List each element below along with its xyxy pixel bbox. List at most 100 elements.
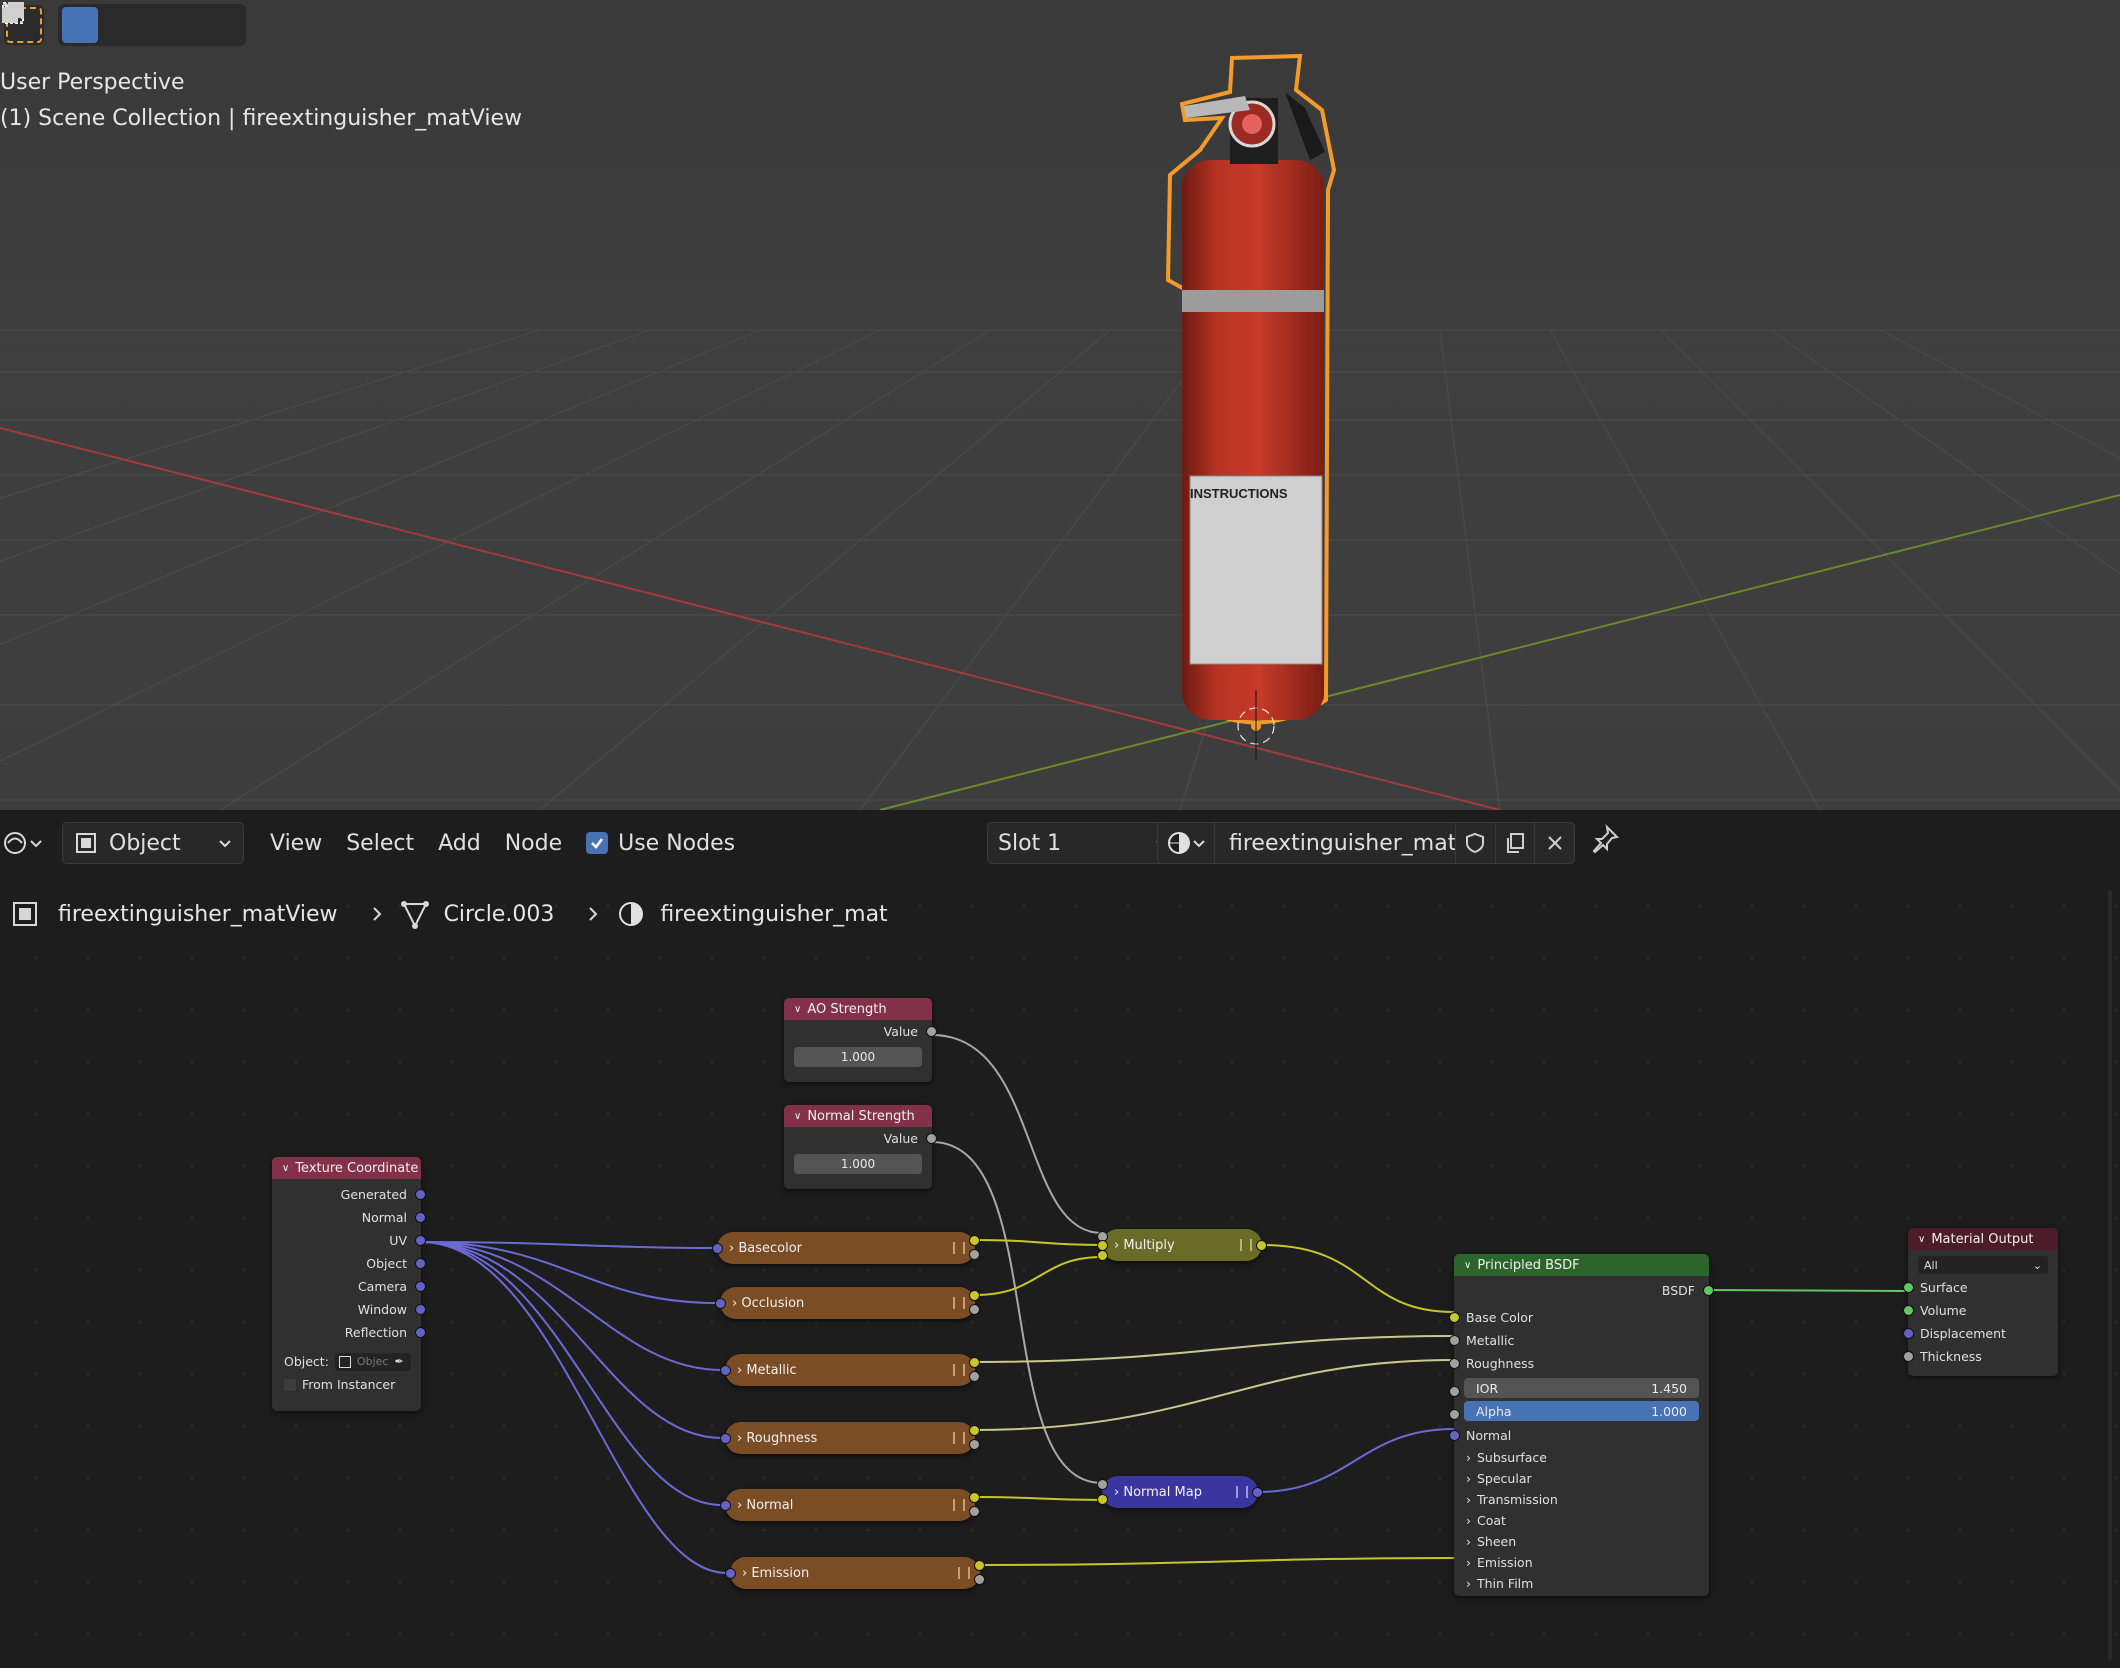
texture-coordinate-node[interactable]: ∨ Texture Coordinate Generated Normal UV… xyxy=(272,1157,426,1411)
select-intersect-button[interactable] xyxy=(3,3,242,43)
material-name-field[interactable]: fireextinguisher_mat xyxy=(1215,831,1456,856)
input-socket[interactable] xyxy=(1097,1479,1108,1490)
emission-group-node[interactable]: › Emission xyxy=(725,1557,985,1589)
drag-handle-icon[interactable] xyxy=(953,1432,965,1444)
panel-emission[interactable]: › Emission xyxy=(1454,1552,1709,1573)
output-socket[interactable] xyxy=(969,1235,980,1246)
input-socket[interactable] xyxy=(1097,1250,1108,1261)
output-socket[interactable] xyxy=(969,1357,980,1368)
output-socket[interactable] xyxy=(415,1189,426,1200)
output-socket[interactable] xyxy=(415,1304,426,1315)
output-socket[interactable] xyxy=(415,1281,426,1292)
from-instancer-checkbox[interactable] xyxy=(284,1378,296,1391)
drag-handle-icon[interactable] xyxy=(953,1297,965,1309)
select-box-mode-button[interactable] xyxy=(2,2,98,43)
input-socket[interactable] xyxy=(1449,1312,1460,1323)
output-socket[interactable] xyxy=(969,1371,980,1382)
metallic-group-node[interactable]: › Metallic xyxy=(720,1354,980,1386)
node-header[interactable]: ∨ AO Strength xyxy=(784,998,932,1020)
normal-map-node[interactable]: › Normal Map xyxy=(1097,1476,1263,1508)
select-extend-button[interactable] xyxy=(3,3,134,43)
output-socket[interactable] xyxy=(415,1212,426,1223)
input-socket[interactable] xyxy=(1449,1386,1460,1397)
node-header[interactable]: ∨ Texture Coordinate xyxy=(272,1157,421,1179)
input-socket[interactable] xyxy=(712,1243,723,1254)
node-header[interactable]: ∨ Normal Strength xyxy=(784,1105,932,1127)
output-socket[interactable] xyxy=(969,1290,980,1301)
input-socket[interactable] xyxy=(720,1365,731,1376)
panel-sheen[interactable]: › Sheen xyxy=(1454,1531,1709,1552)
input-socket[interactable] xyxy=(715,1298,726,1309)
drag-handle-icon[interactable] xyxy=(1236,1486,1248,1498)
output-socket[interactable] xyxy=(415,1235,426,1246)
input-socket[interactable] xyxy=(1903,1328,1914,1339)
3d-viewport[interactable]: INSTRUCTIONS User Perspective (1) Scene … xyxy=(0,0,2120,810)
output-socket[interactable] xyxy=(974,1560,985,1571)
node-header[interactable]: ∨ Principled BSDF xyxy=(1454,1254,1709,1276)
input-socket[interactable] xyxy=(1903,1305,1914,1316)
slot-dropdown[interactable]: Slot 1 xyxy=(987,822,1181,864)
panel-thin-film[interactable]: › Thin Film xyxy=(1454,1573,1709,1594)
value-field[interactable]: 1.000 xyxy=(794,1047,922,1067)
output-socket[interactable] xyxy=(926,1026,937,1037)
ao-strength-node[interactable]: ∨ AO Strength Value 1.000 xyxy=(784,998,937,1082)
drag-handle-icon[interactable] xyxy=(953,1499,965,1511)
panel-transmission[interactable]: › Transmission xyxy=(1454,1489,1709,1510)
select-subtract-button[interactable] xyxy=(2,3,170,43)
from-instancer-row[interactable]: From Instancer xyxy=(272,1373,421,1396)
output-socket[interactable] xyxy=(969,1425,980,1436)
input-socket[interactable] xyxy=(1449,1430,1460,1441)
duplicate-material-button[interactable] xyxy=(1494,823,1535,863)
multiply-node[interactable]: › Multiply xyxy=(1097,1229,1267,1261)
input-socket[interactable] xyxy=(1903,1351,1914,1362)
roughness-group-node[interactable]: › Roughness xyxy=(720,1422,980,1454)
output-socket[interactable] xyxy=(974,1574,985,1585)
input-socket[interactable] xyxy=(1449,1335,1460,1346)
output-socket[interactable] xyxy=(969,1304,980,1315)
menu-node[interactable]: Node xyxy=(505,831,562,856)
editor-type-button[interactable] xyxy=(0,823,54,863)
checkbox-checked-icon[interactable] xyxy=(586,832,609,854)
principled-bsdf-node[interactable]: ∨ Principled BSDF BSDF Base Color Metall… xyxy=(1449,1254,1714,1596)
object-mode-dropdown[interactable]: Object xyxy=(62,822,244,864)
browse-material-button[interactable] xyxy=(1158,823,1215,863)
occlusion-group-node[interactable]: › Occlusion xyxy=(715,1287,980,1319)
target-dropdown[interactable]: All ⌄ xyxy=(1918,1256,2048,1274)
menu-add[interactable]: Add xyxy=(438,831,481,856)
alpha-slider[interactable]: Alpha 1.000 xyxy=(1464,1401,1699,1421)
pin-button[interactable] xyxy=(1590,824,1620,860)
input-socket[interactable] xyxy=(720,1433,731,1444)
select-difference-button[interactable] xyxy=(3,2,206,43)
panel-specular[interactable]: › Specular xyxy=(1454,1468,1709,1489)
collapse-chevron-icon[interactable]: ∨ xyxy=(282,1163,289,1174)
basecolor-group-node[interactable]: › Basecolor xyxy=(712,1232,980,1264)
input-socket[interactable] xyxy=(1097,1494,1108,1505)
output-socket[interactable] xyxy=(926,1133,937,1144)
output-socket[interactable] xyxy=(1703,1285,1714,1296)
drag-handle-icon[interactable] xyxy=(953,1364,965,1376)
collapse-chevron-icon[interactable]: ∨ xyxy=(1464,1260,1471,1271)
output-socket[interactable] xyxy=(1252,1487,1263,1498)
material-output-node[interactable]: ∨ Material Output All ⌄ Surface Volume D… xyxy=(1903,1228,2058,1376)
input-socket[interactable] xyxy=(720,1500,731,1511)
collapse-chevron-icon[interactable]: ∨ xyxy=(794,1111,801,1122)
collapse-chevron-icon[interactable]: ∨ xyxy=(794,1004,801,1015)
drag-handle-icon[interactable] xyxy=(1240,1239,1252,1251)
normal-strength-node[interactable]: ∨ Normal Strength Value 1.000 xyxy=(784,1105,937,1189)
vertical-scrollbar[interactable] xyxy=(2108,890,2112,1660)
menu-select[interactable]: Select xyxy=(346,831,414,856)
eyedropper-icon[interactable]: ✒ xyxy=(394,1355,403,1368)
menu-view[interactable]: View xyxy=(270,831,322,856)
value-field[interactable]: 1.000 xyxy=(794,1154,922,1174)
input-socket[interactable] xyxy=(1449,1358,1460,1369)
unlink-material-button[interactable] xyxy=(1534,823,1574,863)
output-socket[interactable] xyxy=(969,1439,980,1450)
output-socket[interactable] xyxy=(969,1492,980,1503)
collapse-chevron-icon[interactable]: ∨ xyxy=(1918,1234,1925,1245)
output-socket[interactable] xyxy=(1256,1240,1267,1251)
panel-coat[interactable]: › Coat xyxy=(1454,1510,1709,1531)
output-socket[interactable] xyxy=(969,1506,980,1517)
input-socket[interactable] xyxy=(1449,1409,1460,1420)
normal-group-node[interactable]: › Normal xyxy=(720,1489,980,1521)
output-socket[interactable] xyxy=(969,1249,980,1260)
